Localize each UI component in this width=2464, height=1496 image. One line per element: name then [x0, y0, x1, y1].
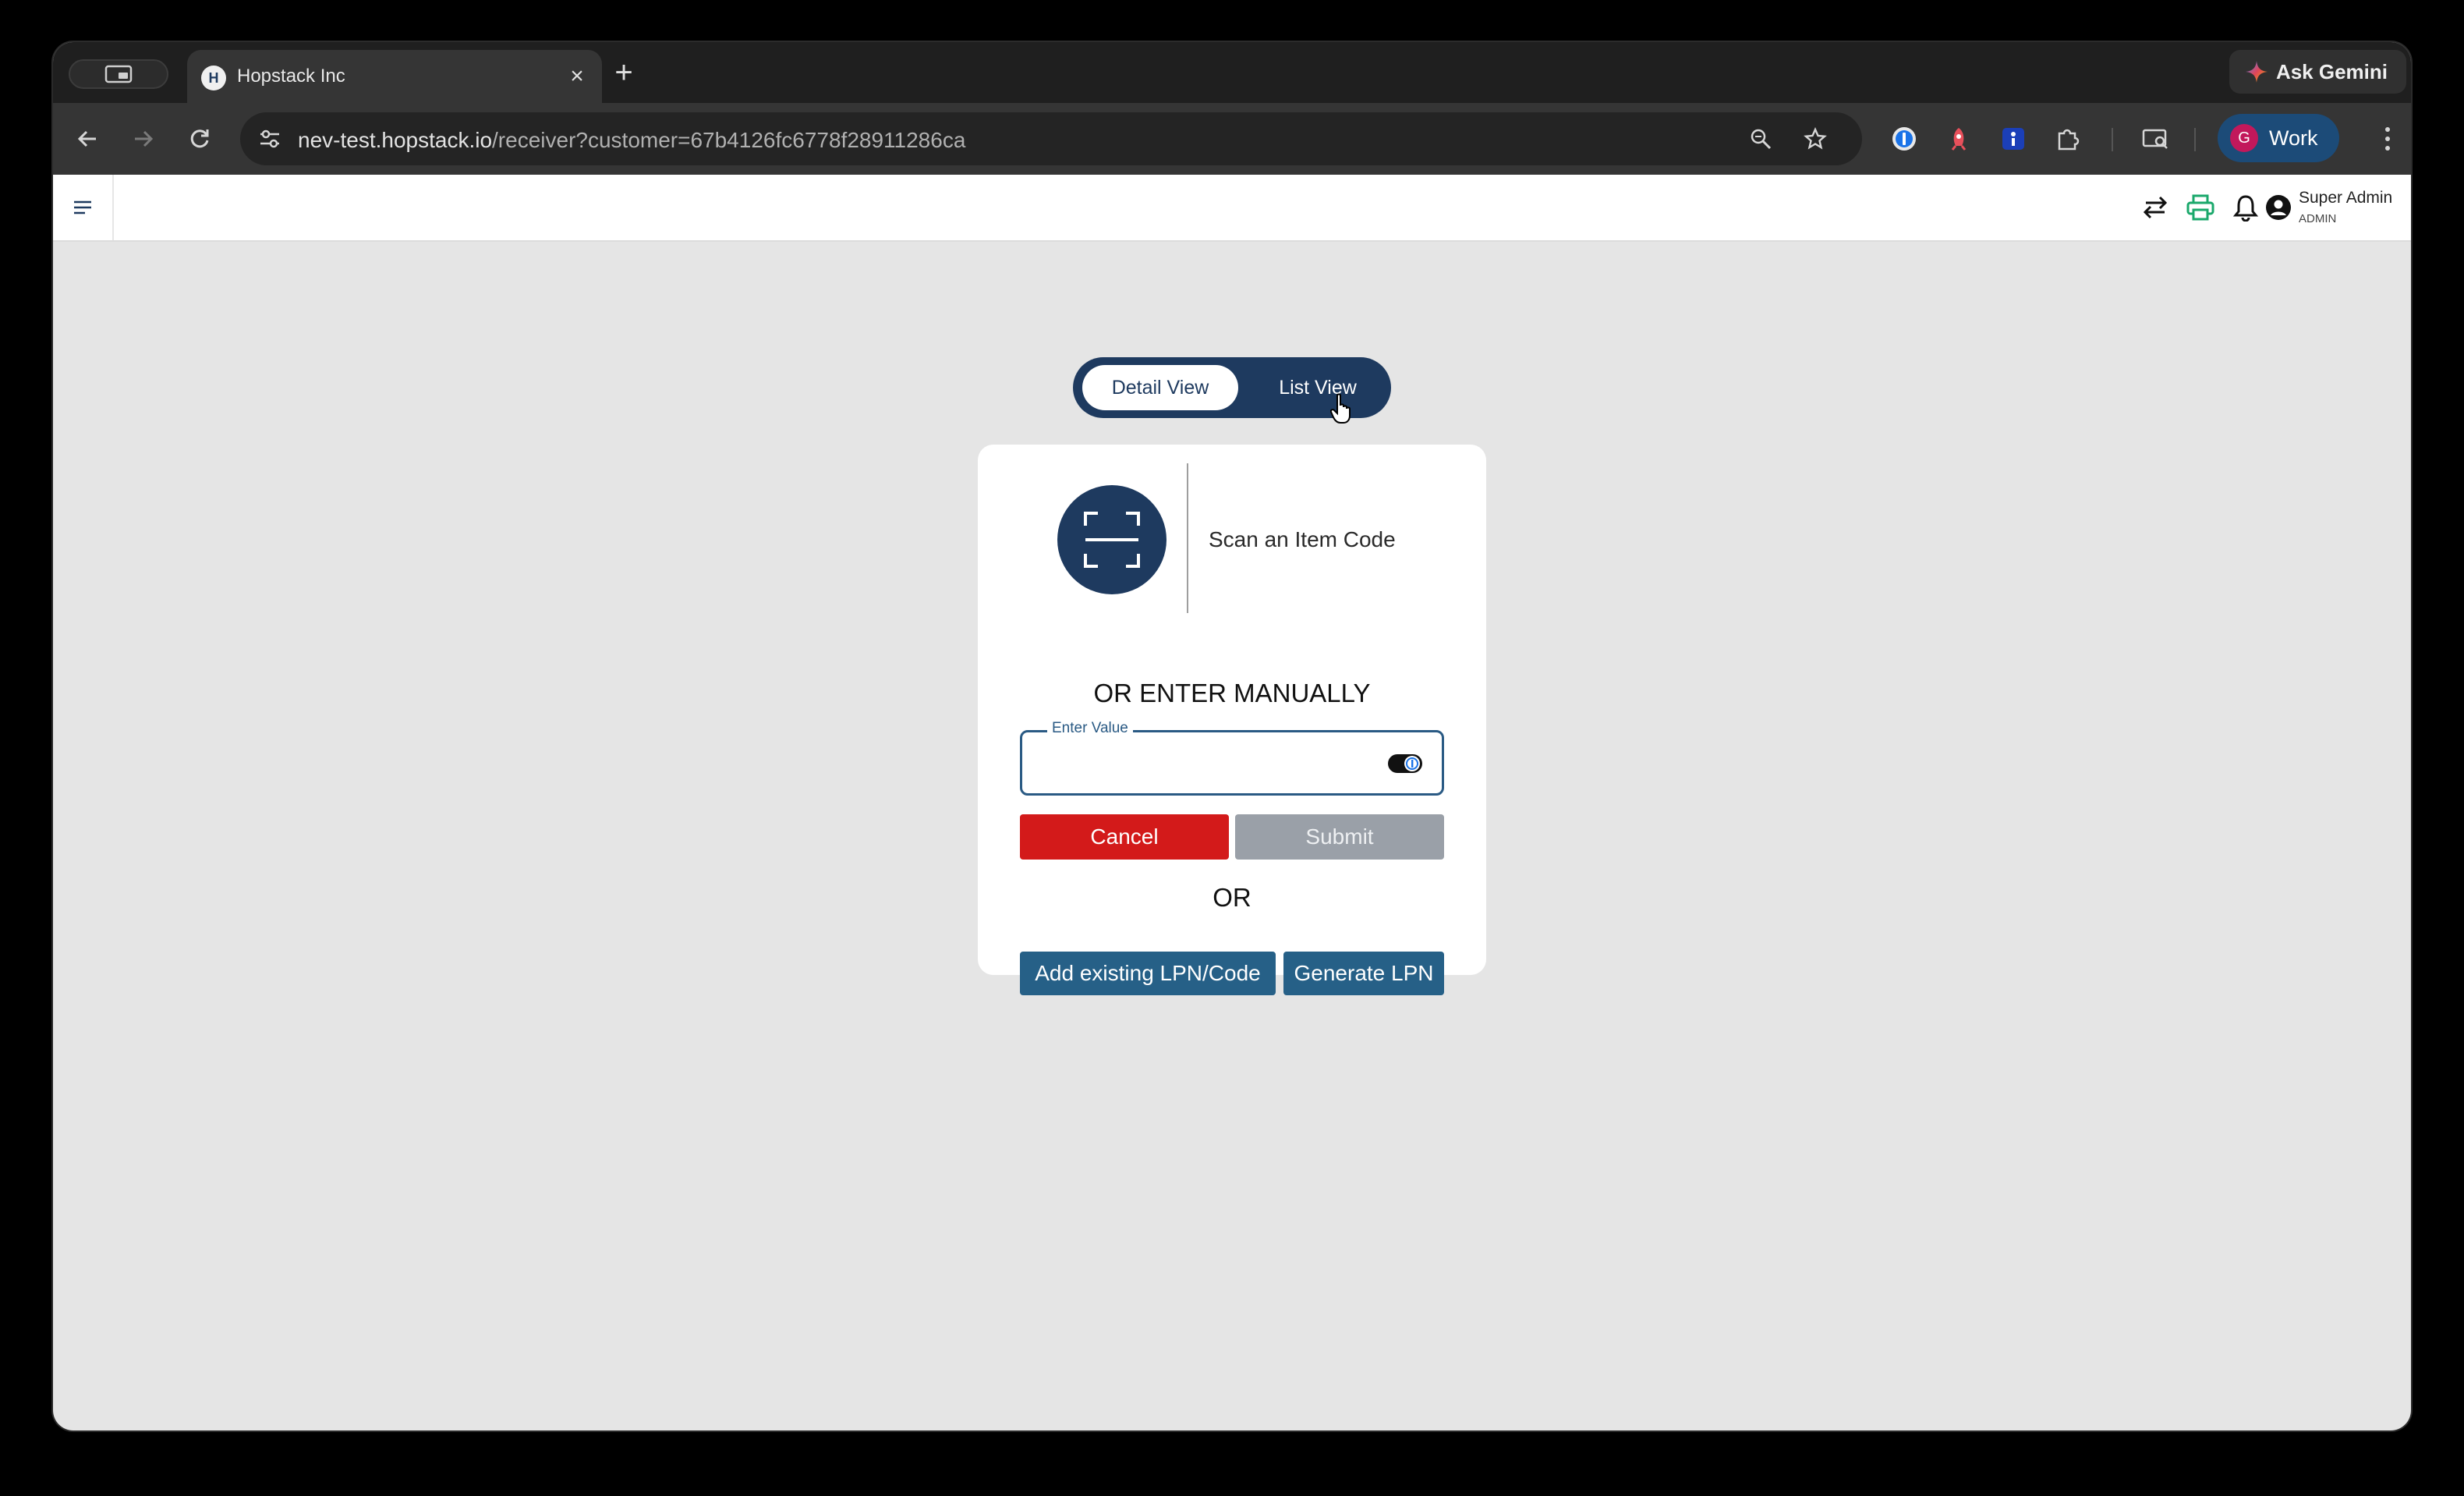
- password-manager-extension-icon[interactable]: [1887, 122, 1921, 156]
- forward-button[interactable]: [125, 120, 162, 158]
- zoom-icon[interactable]: [1745, 123, 1776, 154]
- hamburger-menu-icon: [74, 200, 91, 214]
- toolbar-separator: [2112, 128, 2113, 151]
- add-existing-lpn-button[interactable]: Add existing LPN/Code: [1020, 952, 1276, 995]
- sidebar-toggle-button[interactable]: [53, 175, 114, 240]
- cancel-button[interactable]: Cancel: [1020, 814, 1229, 860]
- manual-entry-heading: OR ENTER MANUALLY: [1093, 679, 1371, 707]
- browser-menu-kebab-icon[interactable]: [2372, 120, 2403, 158]
- tab-strip: H Hopstack Inc × + Ask Gemini: [53, 42, 2411, 103]
- gemini-sparkle-icon: [2245, 61, 2268, 83]
- barcode-scan-icon: [1084, 512, 1140, 568]
- tab-search-media-icon[interactable]: [2138, 122, 2172, 156]
- printer-icon[interactable]: [2183, 190, 2218, 225]
- tab-search-icon: [104, 65, 133, 83]
- or-separator: OR: [1213, 883, 1251, 912]
- ask-gemini-button[interactable]: Ask Gemini: [2229, 50, 2406, 94]
- detail-view-tab[interactable]: Detail View: [1082, 365, 1238, 410]
- browser-tab-active[interactable]: H Hopstack Inc ×: [187, 50, 602, 103]
- password-manager-fill-icon[interactable]: [1387, 753, 1423, 774]
- reload-button[interactable]: [181, 120, 218, 158]
- notification-bell-icon[interactable]: [2229, 190, 2263, 225]
- list-view-tab[interactable]: List View: [1252, 365, 1383, 410]
- user-account-icon[interactable]: [2261, 190, 2296, 225]
- scan-item-label: Scan an Item Code: [1209, 527, 1396, 551]
- rocket-extension-icon[interactable]: [1942, 122, 1976, 156]
- hopstack-favicon-icon: H: [201, 66, 226, 90]
- generate-lpn-button[interactable]: Generate LPN: [1283, 952, 1444, 995]
- url-host: nev-test.hopstack.io: [298, 128, 493, 152]
- profile-button[interactable]: G Work: [2218, 114, 2339, 162]
- extensions-puzzle-icon[interactable]: [2051, 122, 2085, 156]
- pointer-cursor-icon: [1330, 393, 1351, 424]
- submit-button[interactable]: Submit: [1235, 814, 1444, 860]
- toolbar-separator: [2194, 128, 2196, 151]
- url-path: /receiver?customer=67b4126fc6778f2891128…: [492, 128, 966, 152]
- address-bar[interactable]: nev-test.hopstack.io/receiver?customer=6…: [240, 112, 1862, 165]
- enter-value-input[interactable]: [1036, 743, 1382, 784]
- user-role: ADMIN: [2299, 212, 2337, 225]
- user-name: Super Admin: [2299, 189, 2393, 207]
- ask-gemini-label: Ask Gemini: [2275, 59, 2388, 83]
- scan-card: Scan an Item Code OR ENTER MANUALLY Ente…: [978, 445, 1486, 995]
- browser-window: H Hopstack Inc × + Ask Gemini nev-test.h…: [53, 42, 2411, 1430]
- enter-value-field: Enter Value: [1020, 720, 1444, 796]
- reload-icon: [190, 129, 209, 148]
- enter-value-label: Enter Value: [1047, 720, 1133, 737]
- back-button[interactable]: [69, 120, 106, 158]
- tab-title: Hopstack Inc: [237, 66, 345, 87]
- tab-close-icon[interactable]: ×: [563, 62, 591, 90]
- app-header: Super Admin ADMIN: [53, 175, 2411, 242]
- scan-button[interactable]: [1057, 485, 1167, 594]
- forward-arrow-icon: [135, 130, 154, 147]
- site-settings-icon[interactable]: [253, 122, 287, 156]
- blue-extension-icon[interactable]: [1996, 122, 2030, 156]
- vertical-divider: [1187, 463, 1188, 613]
- switch-arrows-icon[interactable]: [2138, 190, 2172, 225]
- bookmark-star-icon[interactable]: [1800, 123, 1831, 154]
- profile-label: Work: [2269, 126, 2318, 150]
- back-arrow-icon: [77, 130, 96, 147]
- new-tab-icon[interactable]: +: [608, 57, 639, 89]
- tab-search-button[interactable]: [69, 59, 168, 89]
- profile-avatar: G: [2230, 124, 2258, 152]
- url-text: nev-test.hopstack.io/receiver?customer=6…: [298, 128, 965, 153]
- browser-toolbar: nev-test.hopstack.io/receiver?customer=6…: [53, 103, 2411, 175]
